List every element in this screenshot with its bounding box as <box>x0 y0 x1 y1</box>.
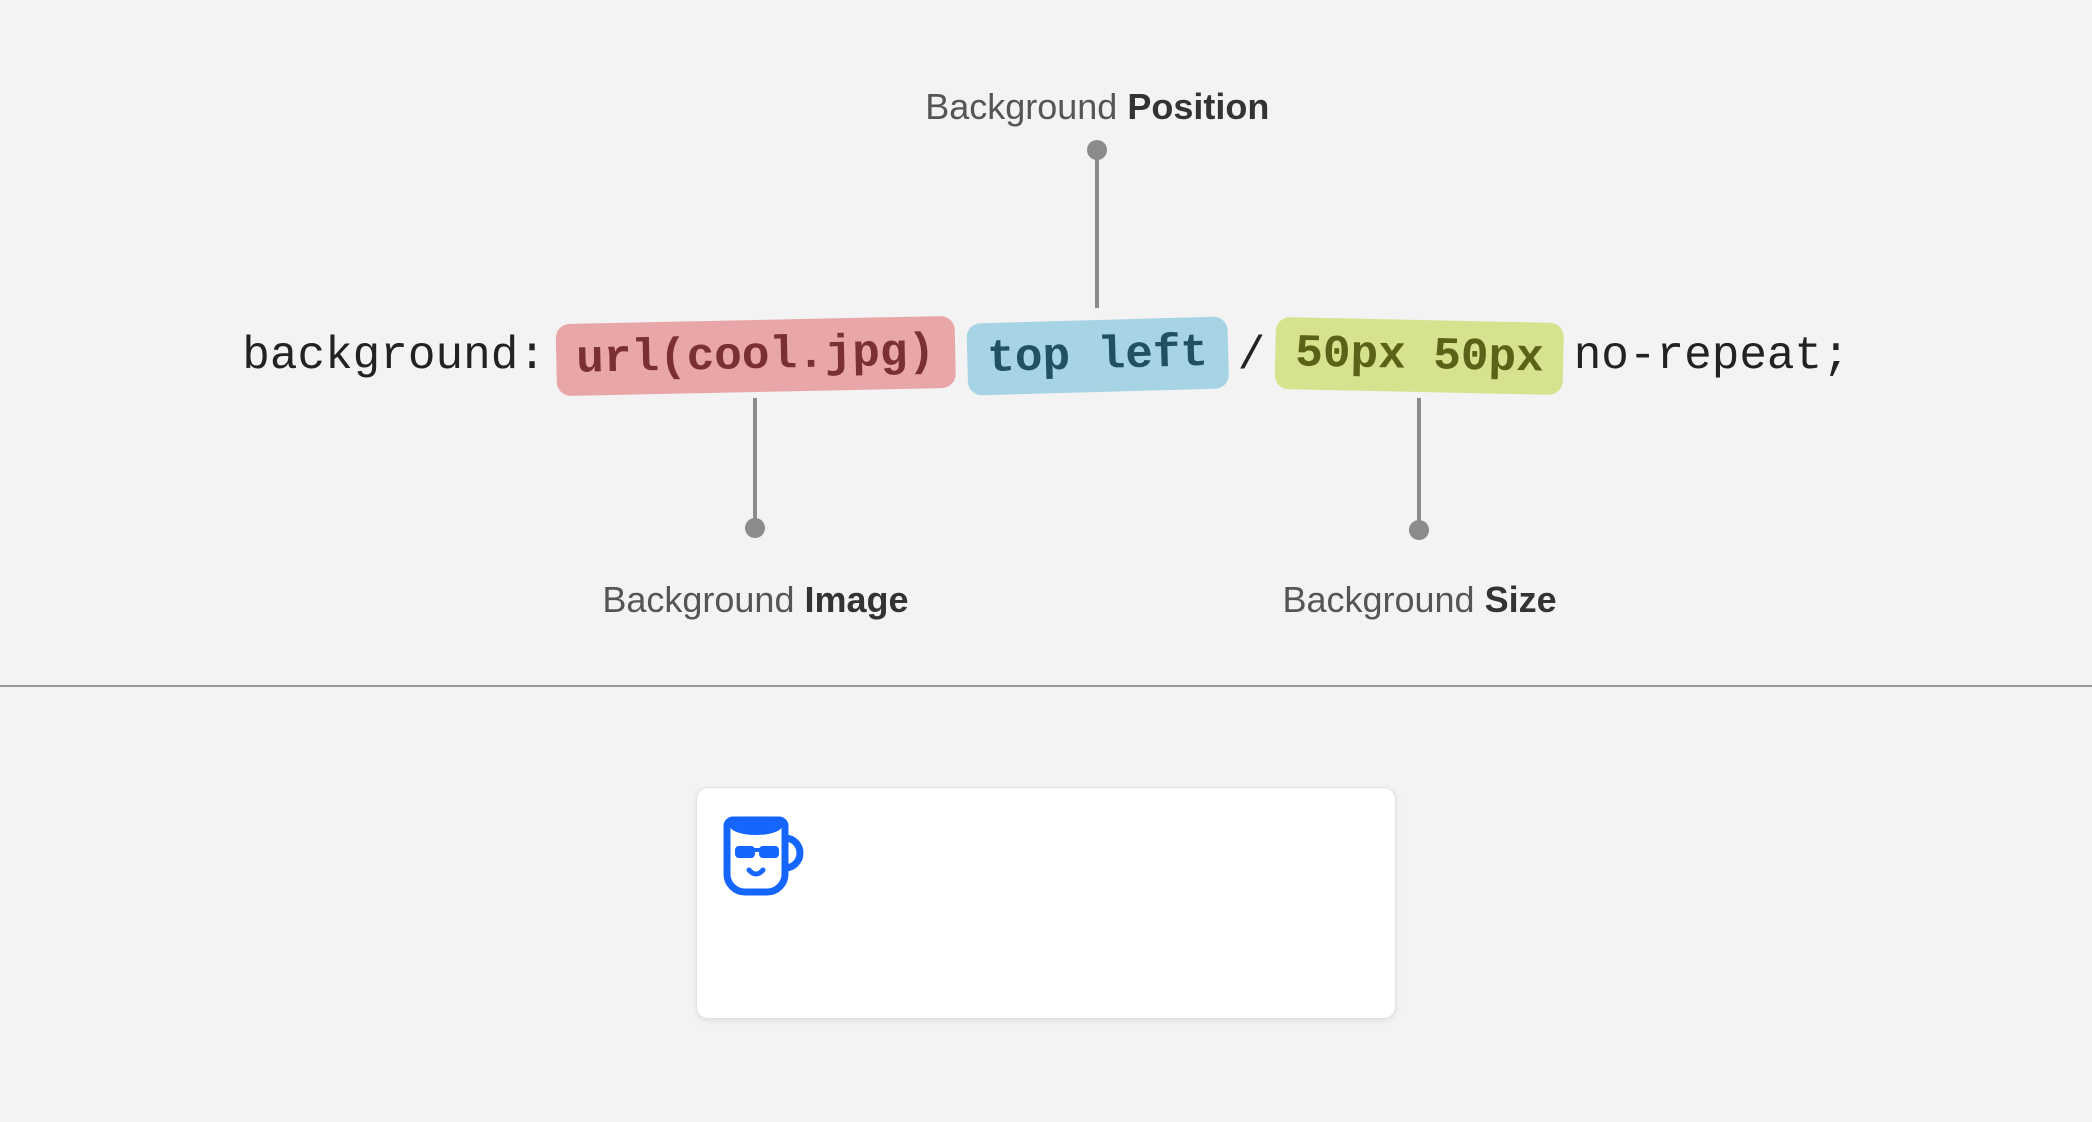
label-prefix: Background <box>925 86 1127 127</box>
preview-panel <box>0 687 2092 1122</box>
chip-background-position: top left <box>966 316 1229 395</box>
label-background-size: Background Size <box>1282 579 1556 621</box>
css-repeat: no-repeat; <box>1570 330 1854 382</box>
mug-icon <box>711 802 811 902</box>
css-code-line: background: url(cool.jpg) top left / 50p… <box>238 320 1853 392</box>
label-background-image: Background Image <box>602 579 908 621</box>
label-bold: Size <box>1485 579 1557 620</box>
label-background-position: Background Position <box>925 86 1269 128</box>
connector-position <box>1095 150 1099 308</box>
label-bold: Position <box>1127 86 1269 127</box>
connector-image <box>753 398 757 528</box>
preview-card <box>696 787 1396 1019</box>
label-bold: Image <box>804 579 908 620</box>
label-prefix: Background <box>602 579 804 620</box>
css-property: background: <box>238 330 550 382</box>
connector-size <box>1417 398 1421 530</box>
label-prefix: Background <box>1282 579 1484 620</box>
css-slash: / <box>1234 330 1270 382</box>
chip-background-size: 50px 50px <box>1275 317 1565 395</box>
diagram-panel: Background Position background: url(cool… <box>0 0 2092 685</box>
chip-background-image: url(cool.jpg) <box>555 316 955 396</box>
